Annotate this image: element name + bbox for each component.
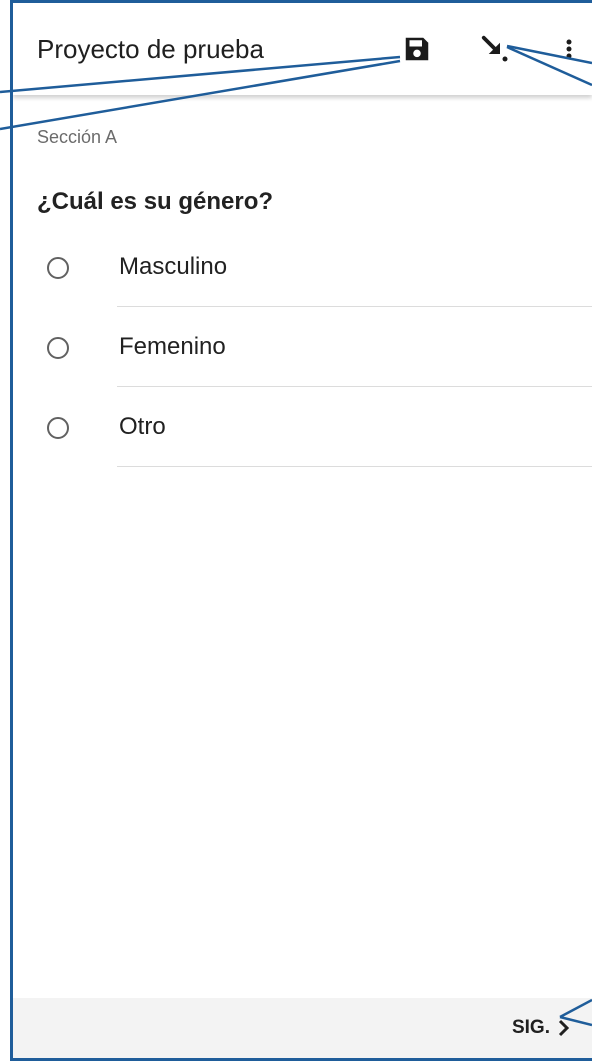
next-button[interactable]: SIG. [512, 998, 572, 1058]
radio-icon[interactable] [47, 257, 69, 279]
goto-button[interactable] [473, 27, 517, 71]
app-screen: Proyecto de prueba Sección A ¿Cuál es su… [10, 0, 592, 1061]
option-otro[interactable]: Otro [13, 387, 592, 467]
divider [117, 466, 592, 467]
save-icon [405, 37, 429, 61]
chevron-right-icon [558, 1019, 570, 1037]
option-list: Masculino Femenino Otro [13, 227, 592, 467]
radio-icon[interactable] [47, 417, 69, 439]
save-button[interactable] [395, 27, 439, 71]
section-label: Sección A [37, 127, 118, 147]
question-text: ¿Cuál es su género? [37, 188, 274, 215]
more-vert-icon [566, 39, 572, 59]
option-label: Femenino [119, 333, 226, 360]
option-label: Masculino [119, 253, 228, 280]
option-label: Otro [119, 413, 166, 440]
next-label: SIG. [511, 1017, 550, 1038]
goto-icon [481, 35, 508, 62]
radio-icon[interactable] [47, 337, 69, 359]
app-bar: Proyecto de prueba [13, 3, 592, 95]
option-femenino[interactable]: Femenino [13, 307, 592, 387]
bottom-navigation-bar: SIG. [13, 998, 592, 1058]
more-options-button[interactable] [547, 27, 591, 71]
option-masculino[interactable]: Masculino [13, 227, 592, 307]
